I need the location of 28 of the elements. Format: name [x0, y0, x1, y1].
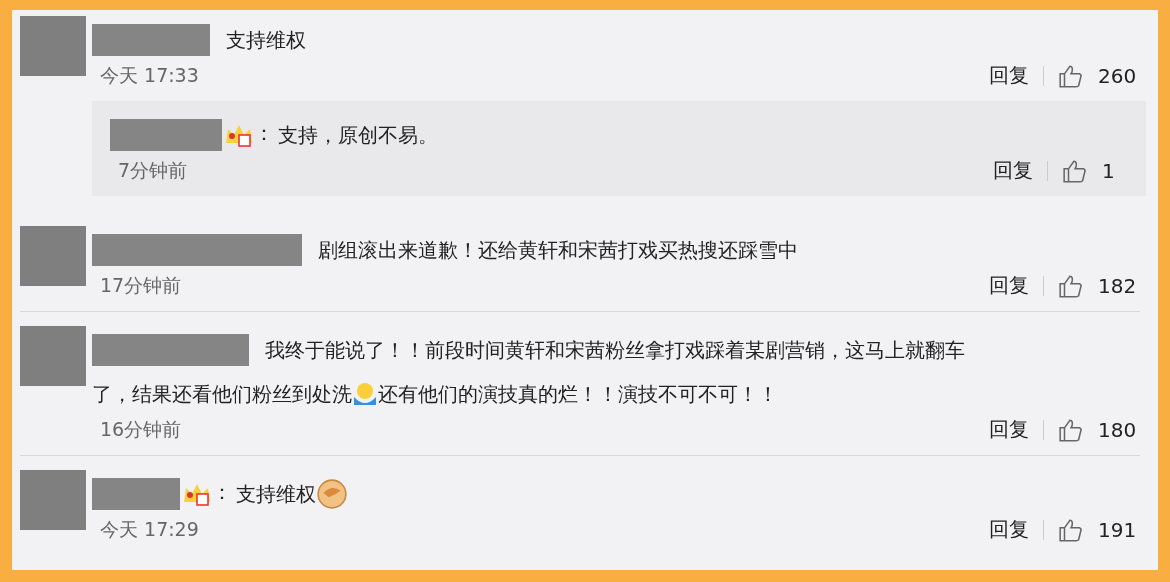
like-count: 1 — [1102, 158, 1116, 183]
comment-time: 今天 17:29 — [99, 516, 199, 542]
comment-text: 支持维权 — [226, 26, 306, 54]
avatar-placeholder — [20, 470, 86, 530]
comment-text: 了，结果还看他们粉丝到处洗 — [92, 380, 352, 408]
like-count: 182 — [1098, 273, 1138, 298]
comment-text: 我终于能说了！！前段时间黄轩和宋茜粉丝拿打戏踩着某剧营销，这马上就翻车 — [265, 336, 965, 364]
like-count: 180 — [1098, 417, 1138, 442]
avatar-placeholder — [20, 326, 86, 386]
avatar-placeholder — [20, 16, 86, 76]
comment-time: 17分钟前 — [99, 272, 182, 298]
like-count: 191 — [1098, 517, 1138, 542]
reply-link[interactable]: 回复 — [989, 516, 1029, 543]
comment-text: 支持维权 — [236, 480, 316, 508]
like-count: 260 — [1098, 63, 1138, 88]
comment-time: 今天 17:33 — [99, 62, 199, 88]
reply-link[interactable]: 回复 — [989, 62, 1029, 89]
colon: ： — [254, 121, 274, 145]
reply-link[interactable]: 回复 — [989, 416, 1029, 443]
avatar-placeholder — [20, 226, 86, 286]
reply-link[interactable]: 回复 — [993, 157, 1033, 184]
comment-text: 还有他们的演技真的烂！！演技不可不可！！ — [378, 380, 778, 408]
reply-time: 7分钟前 — [117, 157, 188, 183]
comment-text: 剧组滚出来道歉！还给黄轩和宋茜打戏买热搜还踩雪中 — [318, 236, 798, 264]
comment-time: 16分钟前 — [99, 416, 182, 442]
reply-text: 支持，原创不易。 — [278, 121, 438, 149]
reply-link[interactable]: 回复 — [989, 272, 1029, 299]
colon: ： — [212, 480, 232, 504]
